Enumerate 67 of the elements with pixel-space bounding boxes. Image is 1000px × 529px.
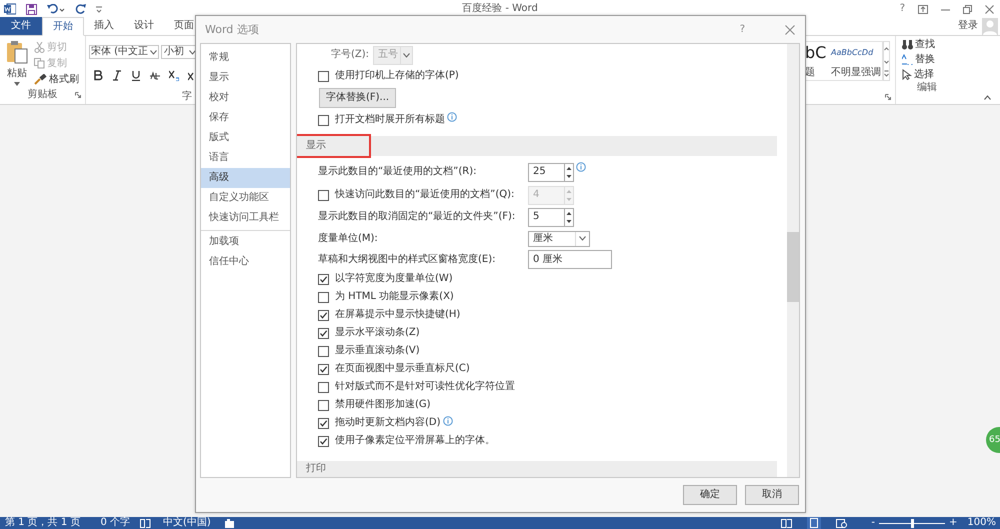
nav-item[interactable]: 快速访问工具栏: [201, 208, 290, 228]
nav-item[interactable]: 显示: [201, 68, 290, 88]
input-field[interactable]: 0 厘米: [528, 250, 612, 269]
option-label: 显示此数目的“最近使用的文档”(R):: [318, 167, 478, 177]
option-label: 打开文档时展开所有标题: [335, 115, 445, 125]
number-field[interactable]: 5: [528, 208, 565, 226]
language-indicator[interactable]: 中文(中国): [163, 518, 211, 528]
ribbon-tab[interactable]: 设计: [124, 17, 164, 35]
section-title: 显示: [306, 141, 326, 151]
style-preview[interactable]: bC: [805, 45, 831, 61]
group-label: 剪贴板: [28, 90, 58, 100]
nav-item[interactable]: 保存: [201, 108, 290, 128]
nav-item[interactable]: 高级: [201, 168, 290, 188]
group-label: 编辑: [917, 83, 937, 93]
option-label: 在屏幕提示中显示快捷键(H): [335, 310, 460, 320]
option-label: 拖动时更新文档内容(D): [335, 418, 441, 428]
group-label: 字: [182, 92, 192, 102]
dialog-button[interactable]: 确定: [683, 485, 737, 505]
dialog-button[interactable]: 取消: [745, 485, 799, 505]
font-name-field[interactable]: 宋体 (中文正: [89, 45, 160, 59]
option-label: 在页面视图中显示垂直标尺(C): [335, 364, 470, 374]
number-field[interactable]: 25: [528, 162, 565, 182]
zoom-level[interactable]: 100%: [967, 518, 996, 528]
nav-item[interactable]: 常规: [201, 48, 290, 68]
section-title: 打印: [306, 464, 326, 474]
option-label: 以字符宽度为度量单位(W): [335, 274, 453, 284]
find-button[interactable]: 查找: [902, 40, 962, 50]
format-painter-button[interactable]: 格式刷: [34, 74, 79, 85]
option-label: 禁用硬件图形加速(G): [335, 400, 431, 410]
style-name[interactable]: 不明显强调: [831, 68, 883, 78]
unit-dropdown[interactable]: 厘米: [528, 230, 590, 246]
nav-item[interactable]: 加载项: [201, 230, 290, 252]
option-label: 为 HTML 功能显示像素(X): [335, 292, 454, 302]
option-label: 显示水平滚动条(Z): [335, 328, 420, 338]
paste-button[interactable]: 粘贴: [0, 40, 34, 88]
ribbon-tab[interactable]: 插入: [84, 17, 124, 35]
font-substitution-button[interactable]: 字体替换(F)...: [319, 88, 396, 108]
option-label: 草稿和大纲视图中的样式区窗格宽度(E):: [318, 254, 496, 264]
option-label: 快速访问此数目的“最近使用的文档”(Q):: [335, 190, 516, 200]
window-title: 百度经验 - Word: [462, 4, 538, 14]
option-label: 使用打印机上存储的字体(P): [335, 71, 459, 81]
option-label: 度量单位(M):: [318, 234, 379, 244]
page-count[interactable]: 第 1 页，共 1 页: [5, 518, 80, 528]
nav-item[interactable]: 自定义功能区: [201, 188, 290, 208]
zoom-in-button[interactable]: +: [949, 518, 958, 528]
file-tab[interactable]: 文件: [0, 17, 42, 35]
score-badge: 65: [986, 427, 1000, 453]
option-label: 使用子像素定位平滑屏幕上的字体。: [335, 436, 495, 446]
ribbon-tab[interactable]: 开始: [42, 17, 84, 36]
help-button[interactable]: ?: [900, 4, 905, 14]
ribbon-tab[interactable]: 页面: [164, 17, 204, 35]
nav-item[interactable]: 校对: [201, 88, 290, 108]
option-label: 字号(Z):: [331, 50, 370, 60]
select-button[interactable]: 选择: [902, 69, 962, 80]
nav-item[interactable]: 版式: [201, 128, 290, 148]
option-label: 针对版式而不是针对可读性优化字符位置: [335, 382, 515, 392]
nav-item[interactable]: 语言: [201, 148, 290, 168]
option-label: 显示垂直滚动条(V): [335, 346, 420, 356]
zoom-out-button[interactable]: -: [871, 518, 876, 528]
style-preview[interactable]: AaBbCcDd: [831, 49, 883, 57]
style-name[interactable]: 题: [805, 68, 831, 78]
nav-item[interactable]: 信任中心: [201, 252, 290, 272]
sign-in-link[interactable]: 登录: [958, 21, 978, 31]
replace-button[interactable]: 替换: [902, 54, 962, 65]
option-label: 显示此数目的取消固定的“最近的文件夹”(F):: [318, 212, 516, 222]
word-count[interactable]: 0 个字: [100, 518, 130, 528]
dialog-title: Word 选项: [205, 24, 259, 35]
